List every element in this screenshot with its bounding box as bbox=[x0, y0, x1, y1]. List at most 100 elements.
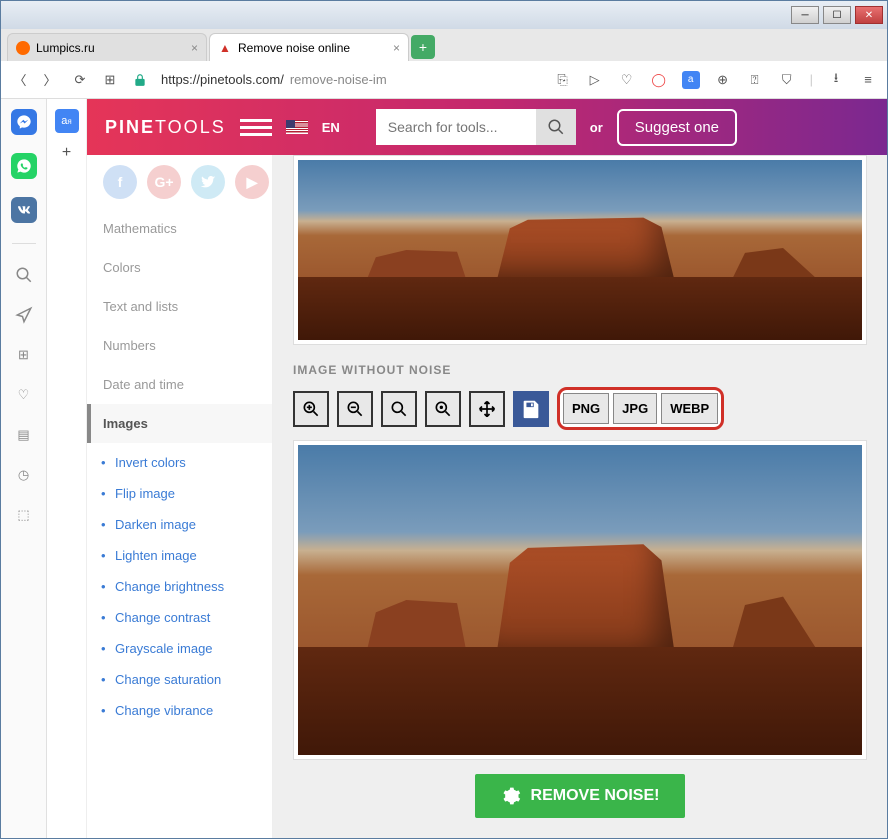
speed-dial-icon[interactable]: ⊞ bbox=[101, 71, 119, 89]
nav-text-lists[interactable]: Text and lists bbox=[87, 287, 272, 326]
logo[interactable]: PINETOOLS bbox=[105, 117, 226, 138]
favicon-lumpics bbox=[16, 41, 30, 55]
lock-icon bbox=[131, 71, 149, 89]
back-button[interactable]: 〈 bbox=[11, 71, 29, 89]
pinetools-header: PINETOOLS EN or Suggest one bbox=[87, 99, 887, 155]
zoom-in-button[interactable] bbox=[293, 391, 329, 427]
flag-us-icon bbox=[286, 120, 308, 134]
section-label: IMAGE WITHOUT NOISE bbox=[293, 363, 867, 377]
desert-image-result bbox=[298, 445, 862, 755]
nav-colors[interactable]: Colors bbox=[87, 248, 272, 287]
nav-mathematics[interactable]: Mathematics bbox=[87, 209, 272, 248]
youtube-icon[interactable]: ▶ bbox=[235, 165, 269, 199]
menu-button[interactable] bbox=[240, 111, 272, 143]
shield-icon[interactable]: ⛉ bbox=[778, 71, 796, 89]
favicon-pinetools: ▲ bbox=[218, 41, 232, 55]
subnav-grayscale[interactable]: Grayscale image bbox=[115, 641, 213, 656]
search-input[interactable] bbox=[376, 109, 536, 145]
search-button[interactable] bbox=[536, 109, 576, 145]
subnav-invert[interactable]: Invert colors bbox=[115, 455, 186, 470]
lang-selector[interactable]: EN bbox=[322, 120, 340, 135]
tab-title: Lumpics.ru bbox=[36, 41, 95, 55]
zoom-fit-button[interactable] bbox=[381, 391, 417, 427]
remove-noise-label: REMOVE NOISE! bbox=[531, 787, 660, 805]
tab-title: Remove noise online bbox=[238, 41, 350, 55]
subnav-contrast[interactable]: Change contrast bbox=[115, 610, 210, 625]
maximize-button[interactable]: ☐ bbox=[823, 6, 851, 24]
zoom-out-button[interactable] bbox=[337, 391, 373, 427]
new-tab-button[interactable]: + bbox=[411, 35, 435, 59]
suggest-button[interactable]: Suggest one bbox=[617, 109, 737, 146]
social-row: f G+ ▶ bbox=[87, 155, 272, 209]
minimize-button[interactable]: ─ bbox=[791, 6, 819, 24]
speed-dial-icon[interactable]: ⊞ bbox=[13, 344, 35, 366]
send-icon[interactable]: ▷ bbox=[586, 71, 604, 89]
googleplus-icon[interactable]: G+ bbox=[147, 165, 181, 199]
nav-numbers[interactable]: Numbers bbox=[87, 326, 272, 365]
subnav-vibrance[interactable]: Change vibrance bbox=[115, 703, 213, 718]
history-icon[interactable]: ◷ bbox=[13, 464, 35, 486]
page: f G+ ▶ Mathematics Colors Text and lists… bbox=[87, 155, 887, 838]
titlebar: ─ ☐ ✕ bbox=[1, 1, 887, 29]
downloads-icon[interactable]: ⭳ bbox=[827, 71, 845, 89]
window: ─ ☐ ✕ Lumpics.ru × ▲ Remove noise online… bbox=[0, 0, 888, 839]
add-button[interactable]: + bbox=[55, 141, 79, 165]
subnav-flip[interactable]: Flip image bbox=[115, 486, 175, 501]
translate-badge[interactable]: aя bbox=[55, 109, 79, 133]
logo-thin: TOOLS bbox=[155, 117, 226, 137]
close-button[interactable]: ✕ bbox=[855, 6, 883, 24]
main: IMAGE WITHOUT NOISE bbox=[273, 155, 887, 838]
twitter-icon[interactable] bbox=[191, 165, 225, 199]
result-image-preview bbox=[293, 440, 867, 760]
format-webp-button[interactable]: WEBP bbox=[661, 393, 718, 424]
easy-setup-icon[interactable]: ≡ bbox=[859, 71, 877, 89]
camera-icon[interactable]: ⎘ bbox=[554, 71, 572, 89]
tab-lumpics[interactable]: Lumpics.ru × bbox=[7, 33, 207, 61]
tabstrip: Lumpics.ru × ▲ Remove noise online × + bbox=[1, 29, 887, 61]
translate-icon[interactable]: a bbox=[682, 71, 700, 89]
tab-removenoise[interactable]: ▲ Remove noise online × bbox=[209, 33, 409, 61]
profile-icon[interactable]: ⍰ bbox=[746, 71, 764, 89]
sub-nav: Invert colors Flip image Darken image Li… bbox=[87, 443, 272, 734]
remove-noise-button[interactable]: REMOVE NOISE! bbox=[475, 774, 686, 818]
action-row: REMOVE NOISE! bbox=[293, 760, 867, 822]
nav-date-time[interactable]: Date and time bbox=[87, 365, 272, 404]
mini-column: aя + bbox=[47, 99, 87, 838]
address-icons: ⎘ ▷ ♡ ◯ a ⊕ ⍰ ⛉ | ⭳ ≡ bbox=[554, 71, 877, 89]
whatsapp-icon[interactable] bbox=[11, 153, 37, 179]
divider bbox=[12, 243, 36, 244]
search-icon[interactable] bbox=[13, 264, 35, 286]
close-icon[interactable]: × bbox=[393, 41, 400, 55]
search-wrap bbox=[376, 109, 576, 145]
subnav-lighten[interactable]: Lighten image bbox=[115, 548, 197, 563]
news-icon[interactable]: ▤ bbox=[13, 424, 35, 446]
send-icon[interactable] bbox=[13, 304, 35, 326]
opera-sidebar: ⊞ ♡ ▤ ◷ ⬚ bbox=[1, 99, 47, 838]
subnav-brightness[interactable]: Change brightness bbox=[115, 579, 224, 594]
move-button[interactable] bbox=[469, 391, 505, 427]
url-host: https://pinetools.com/ bbox=[161, 72, 284, 87]
opera-icon[interactable]: ◯ bbox=[650, 71, 668, 89]
url-field[interactable]: https://pinetools.com/remove-noise-im bbox=[161, 72, 542, 87]
nav-images[interactable]: Images bbox=[87, 404, 272, 443]
body: ⊞ ♡ ▤ ◷ ⬚ aя + PINETOOLS EN bbox=[1, 99, 887, 838]
zoom-actual-button[interactable] bbox=[425, 391, 461, 427]
save-button[interactable] bbox=[513, 391, 549, 427]
content: PINETOOLS EN or Suggest one bbox=[87, 99, 887, 838]
format-png-button[interactable]: PNG bbox=[563, 393, 609, 424]
subnav-saturation[interactable]: Change saturation bbox=[115, 672, 221, 687]
vk-icon[interactable] bbox=[11, 197, 37, 223]
subnav-darken[interactable]: Darken image bbox=[115, 517, 196, 532]
heart-icon[interactable]: ♡ bbox=[13, 384, 35, 406]
format-jpg-button[interactable]: JPG bbox=[613, 393, 657, 424]
facebook-icon[interactable]: f bbox=[103, 165, 137, 199]
reload-button[interactable]: ⟳ bbox=[71, 71, 89, 89]
addressbar: 〈 〉 ⟳ ⊞ https://pinetools.com/remove-noi… bbox=[1, 61, 887, 99]
heart-icon[interactable]: ♡ bbox=[618, 71, 636, 89]
or-label: or bbox=[590, 120, 603, 135]
globe-icon[interactable]: ⊕ bbox=[714, 71, 732, 89]
forward-button[interactable]: 〉 bbox=[41, 71, 59, 89]
messenger-icon[interactable] bbox=[11, 109, 37, 135]
extensions-icon[interactable]: ⬚ bbox=[13, 504, 35, 526]
close-icon[interactable]: × bbox=[191, 41, 198, 55]
